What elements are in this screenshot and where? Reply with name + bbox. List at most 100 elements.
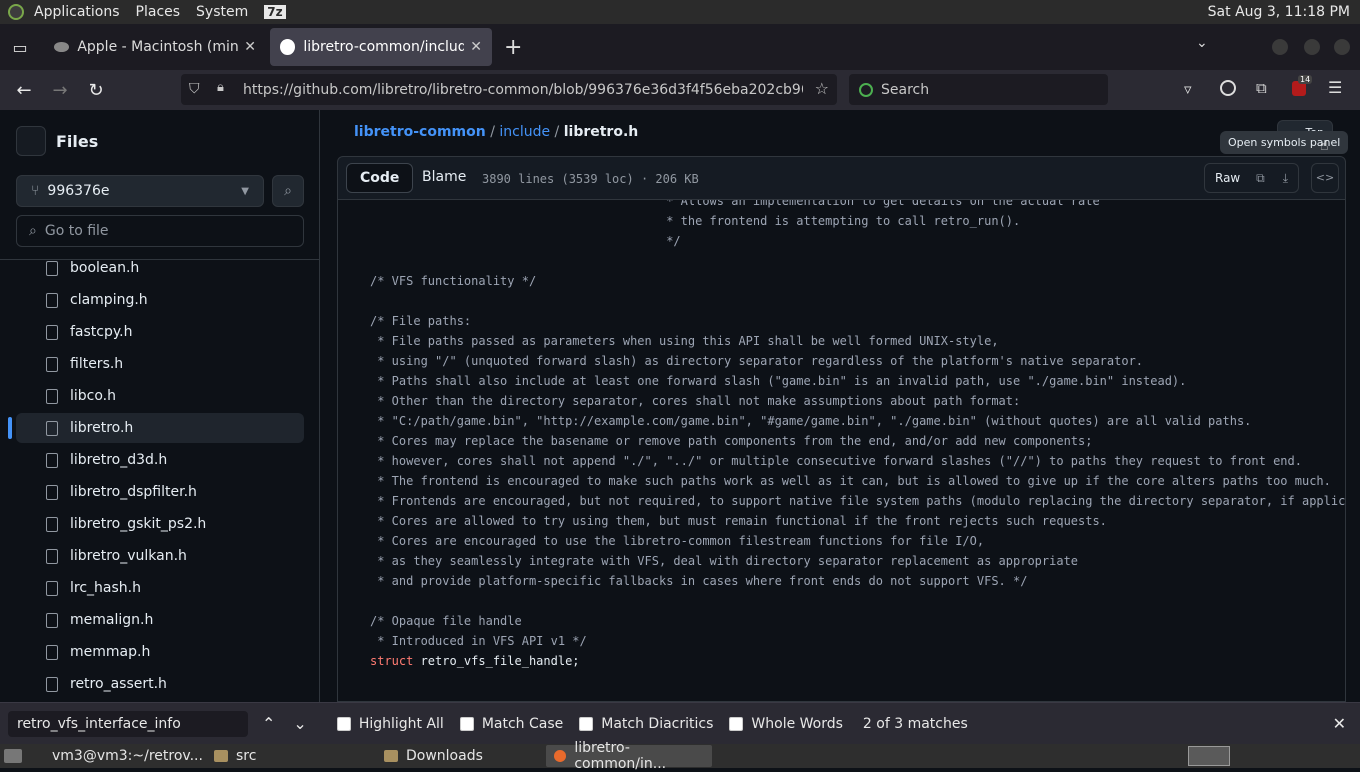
menu-places[interactable]: Places <box>136 4 181 20</box>
file-item-clamping-h[interactable]: clamping.h <box>46 285 148 315</box>
close-tab-icon[interactable]: ✕ <box>470 39 482 55</box>
breadcrumb-dir-link[interactable]: include <box>499 124 550 140</box>
file-item-libco-h[interactable]: libco.h <box>46 381 116 411</box>
tab-code[interactable]: Code <box>346 163 414 193</box>
file-item-lrc-hash-h[interactable]: lrc_hash.h <box>46 573 141 603</box>
distro-logo-icon[interactable] <box>8 4 24 20</box>
browser-nav-bar: ← → ↻ ⛉ 🔒︎ https://github.com/libretro/l… <box>0 70 1360 110</box>
maximize-window-icon[interactable] <box>1304 39 1320 55</box>
file-item-label: clamping.h <box>70 292 148 308</box>
menu-system[interactable]: System <box>196 4 248 20</box>
back-icon[interactable]: ← <box>6 80 42 101</box>
file-icon <box>46 516 58 532</box>
file-item-libretro-vulkan-h[interactable]: libretro_vulkan.h <box>46 541 187 571</box>
show-desktop-icon[interactable] <box>4 749 22 763</box>
app-menu-icon[interactable]: ☰ <box>1328 78 1342 97</box>
forward-icon[interactable]: → <box>42 80 78 101</box>
pocket-icon[interactable]: ▿ <box>1184 80 1192 98</box>
file-item-libretro-d3d-h[interactable]: libretro_d3d.h <box>46 445 167 475</box>
file-tree-sidebar: Files ⑂ 996376e ▼ ⌕ ⌕ Go to file boolean… <box>0 110 320 702</box>
code-line: * Frontends are encouraged, but not requ… <box>370 494 1346 508</box>
tab-minivmac[interactable]: Apple - Macintosh (minivmac) ✕ <box>44 28 266 66</box>
match-diacritics-label: Match Diacritics <box>601 715 714 732</box>
file-icon <box>46 612 58 628</box>
checkbox-icon <box>579 716 594 731</box>
menu-applications[interactable]: Applications <box>34 4 120 20</box>
code-line: * as they seamlessly integrate with VFS,… <box>370 554 1079 568</box>
tab-blame[interactable]: Blame <box>422 169 466 185</box>
folder-icon <box>384 750 398 762</box>
file-item-memmap-h[interactable]: memmap.h <box>46 637 150 667</box>
tracking-shield-icon[interactable]: ⛉ <box>189 81 200 97</box>
file-icon <box>46 484 58 500</box>
checkbox-icon <box>459 716 474 731</box>
task-terminal[interactable]: vm3@vm3:~/retrov... <box>36 745 203 767</box>
highlight-all-label: Highlight All <box>358 715 444 732</box>
clock[interactable]: Sat Aug 3, 11:18 PM <box>1208 4 1350 20</box>
file-item-fastcpy-h[interactable]: fastcpy.h <box>46 317 133 347</box>
search-bar[interactable]: Search <box>849 74 1108 105</box>
download-icon[interactable]: ⤓ <box>1273 171 1298 186</box>
close-tab-icon[interactable]: ✕ <box>244 39 256 55</box>
tab-title: libretro-common/include/libretro.h <box>303 39 465 55</box>
whole-words-checkbox[interactable]: Whole Words <box>729 716 843 732</box>
search-icon: ⌕ <box>29 223 37 239</box>
find-previous-icon[interactable]: ⌃ <box>262 714 275 733</box>
lock-icon[interactable]: 🔒︎ <box>217 80 224 95</box>
search-files-button[interactable]: ⌕ <box>272 175 304 207</box>
code-line: * Cores may replace the basename or remo… <box>370 434 1093 448</box>
file-icon <box>46 676 58 692</box>
breadcrumb: libretro-common / include / libretro.h <box>354 124 639 140</box>
extensions-icon[interactable]: ⧉ <box>1256 79 1267 97</box>
symbols-panel-icon[interactable]: <> <box>1311 163 1339 193</box>
7zip-launcher-icon[interactable]: 7z <box>264 5 286 19</box>
github-icon <box>280 39 296 55</box>
task-firefox[interactable]: libretro-common/in... <box>546 740 712 772</box>
copy-icon[interactable]: ⧉ <box>1248 171 1273 186</box>
code-line: * however, cores shall not append "./", … <box>370 454 1302 468</box>
code-line: * Other than the directory separator, co… <box>370 394 1021 408</box>
code-line: * File paths passed as parameters when u… <box>370 334 999 348</box>
collapse-sidebar-icon[interactable] <box>16 126 46 156</box>
match-case-label: Match Case <box>481 715 564 732</box>
file-item-label: boolean.h <box>70 260 140 276</box>
bookmark-star-icon[interactable]: ☆ <box>815 79 829 98</box>
url-text[interactable]: https://github.com/libretro/libretro-com… <box>243 82 803 98</box>
match-diacritics-checkbox[interactable]: Match Diacritics <box>579 716 713 732</box>
find-next-icon[interactable]: ⌄ <box>293 714 306 733</box>
match-case-checkbox[interactable]: Match Case <box>459 715 564 732</box>
file-item-label: fastcpy.h <box>70 324 133 340</box>
file-item-memalign-h[interactable]: memalign.h <box>46 605 153 635</box>
file-item-libretro-h[interactable]: libretro.h <box>8 413 304 443</box>
task-label: vm3@vm3:~/retrov... <box>52 748 203 764</box>
close-find-bar-icon[interactable]: ✕ <box>1333 714 1346 733</box>
find-query: retro_vfs_interface_info <box>17 715 181 732</box>
close-window-icon[interactable] <box>1334 39 1350 55</box>
breadcrumb-repo-link[interactable]: libretro-common <box>354 124 486 140</box>
file-item-libretro-dspfilter-h[interactable]: libretro_dspfilter.h <box>46 477 197 507</box>
branch-selector[interactable]: ⑂ 996376e ▼ <box>16 175 264 207</box>
file-item-libretro-gskit-ps2-h[interactable]: libretro_gskit_ps2.h <box>46 509 206 539</box>
reload-icon[interactable]: ↻ <box>78 80 114 101</box>
minimize-window-icon[interactable] <box>1272 39 1288 55</box>
file-item-filters-h[interactable]: filters.h <box>46 349 123 379</box>
task-downloads[interactable]: Downloads <box>376 745 540 767</box>
code-toolbar: Code Blame 3890 lines (3539 loc) · 206 K… <box>337 156 1346 200</box>
go-to-file-input[interactable]: ⌕ Go to file <box>16 215 304 247</box>
account-icon[interactable] <box>1220 80 1236 96</box>
url-bar[interactable]: ⛉ 🔒︎ https://github.com/libretro/libretr… <box>181 74 837 105</box>
highlight-all-checkbox[interactable]: Highlight All <box>336 715 444 732</box>
tab-favicon-icon <box>54 42 70 52</box>
raw-button[interactable]: Raw <box>1215 171 1248 185</box>
file-item-partial[interactable]: boolean.h <box>46 260 139 283</box>
new-tab-icon[interactable]: + <box>504 35 522 60</box>
file-item-retro-assert-h[interactable]: retro_assert.h <box>46 669 167 699</box>
code-line: * Cores are allowed to try using them, b… <box>370 514 1107 528</box>
file-icon <box>46 644 58 660</box>
workspace-switcher-firefox-icon[interactable] <box>1188 746 1230 766</box>
list-all-tabs-icon[interactable]: ⌄ <box>1196 35 1208 51</box>
task-src[interactable]: src <box>206 745 370 767</box>
find-input[interactable]: retro_vfs_interface_info <box>8 710 248 737</box>
tab-libretro[interactable]: libretro-common/include/libretro.h ✕ <box>270 28 492 66</box>
tab-list-icon[interactable]: ▭ <box>0 38 40 57</box>
